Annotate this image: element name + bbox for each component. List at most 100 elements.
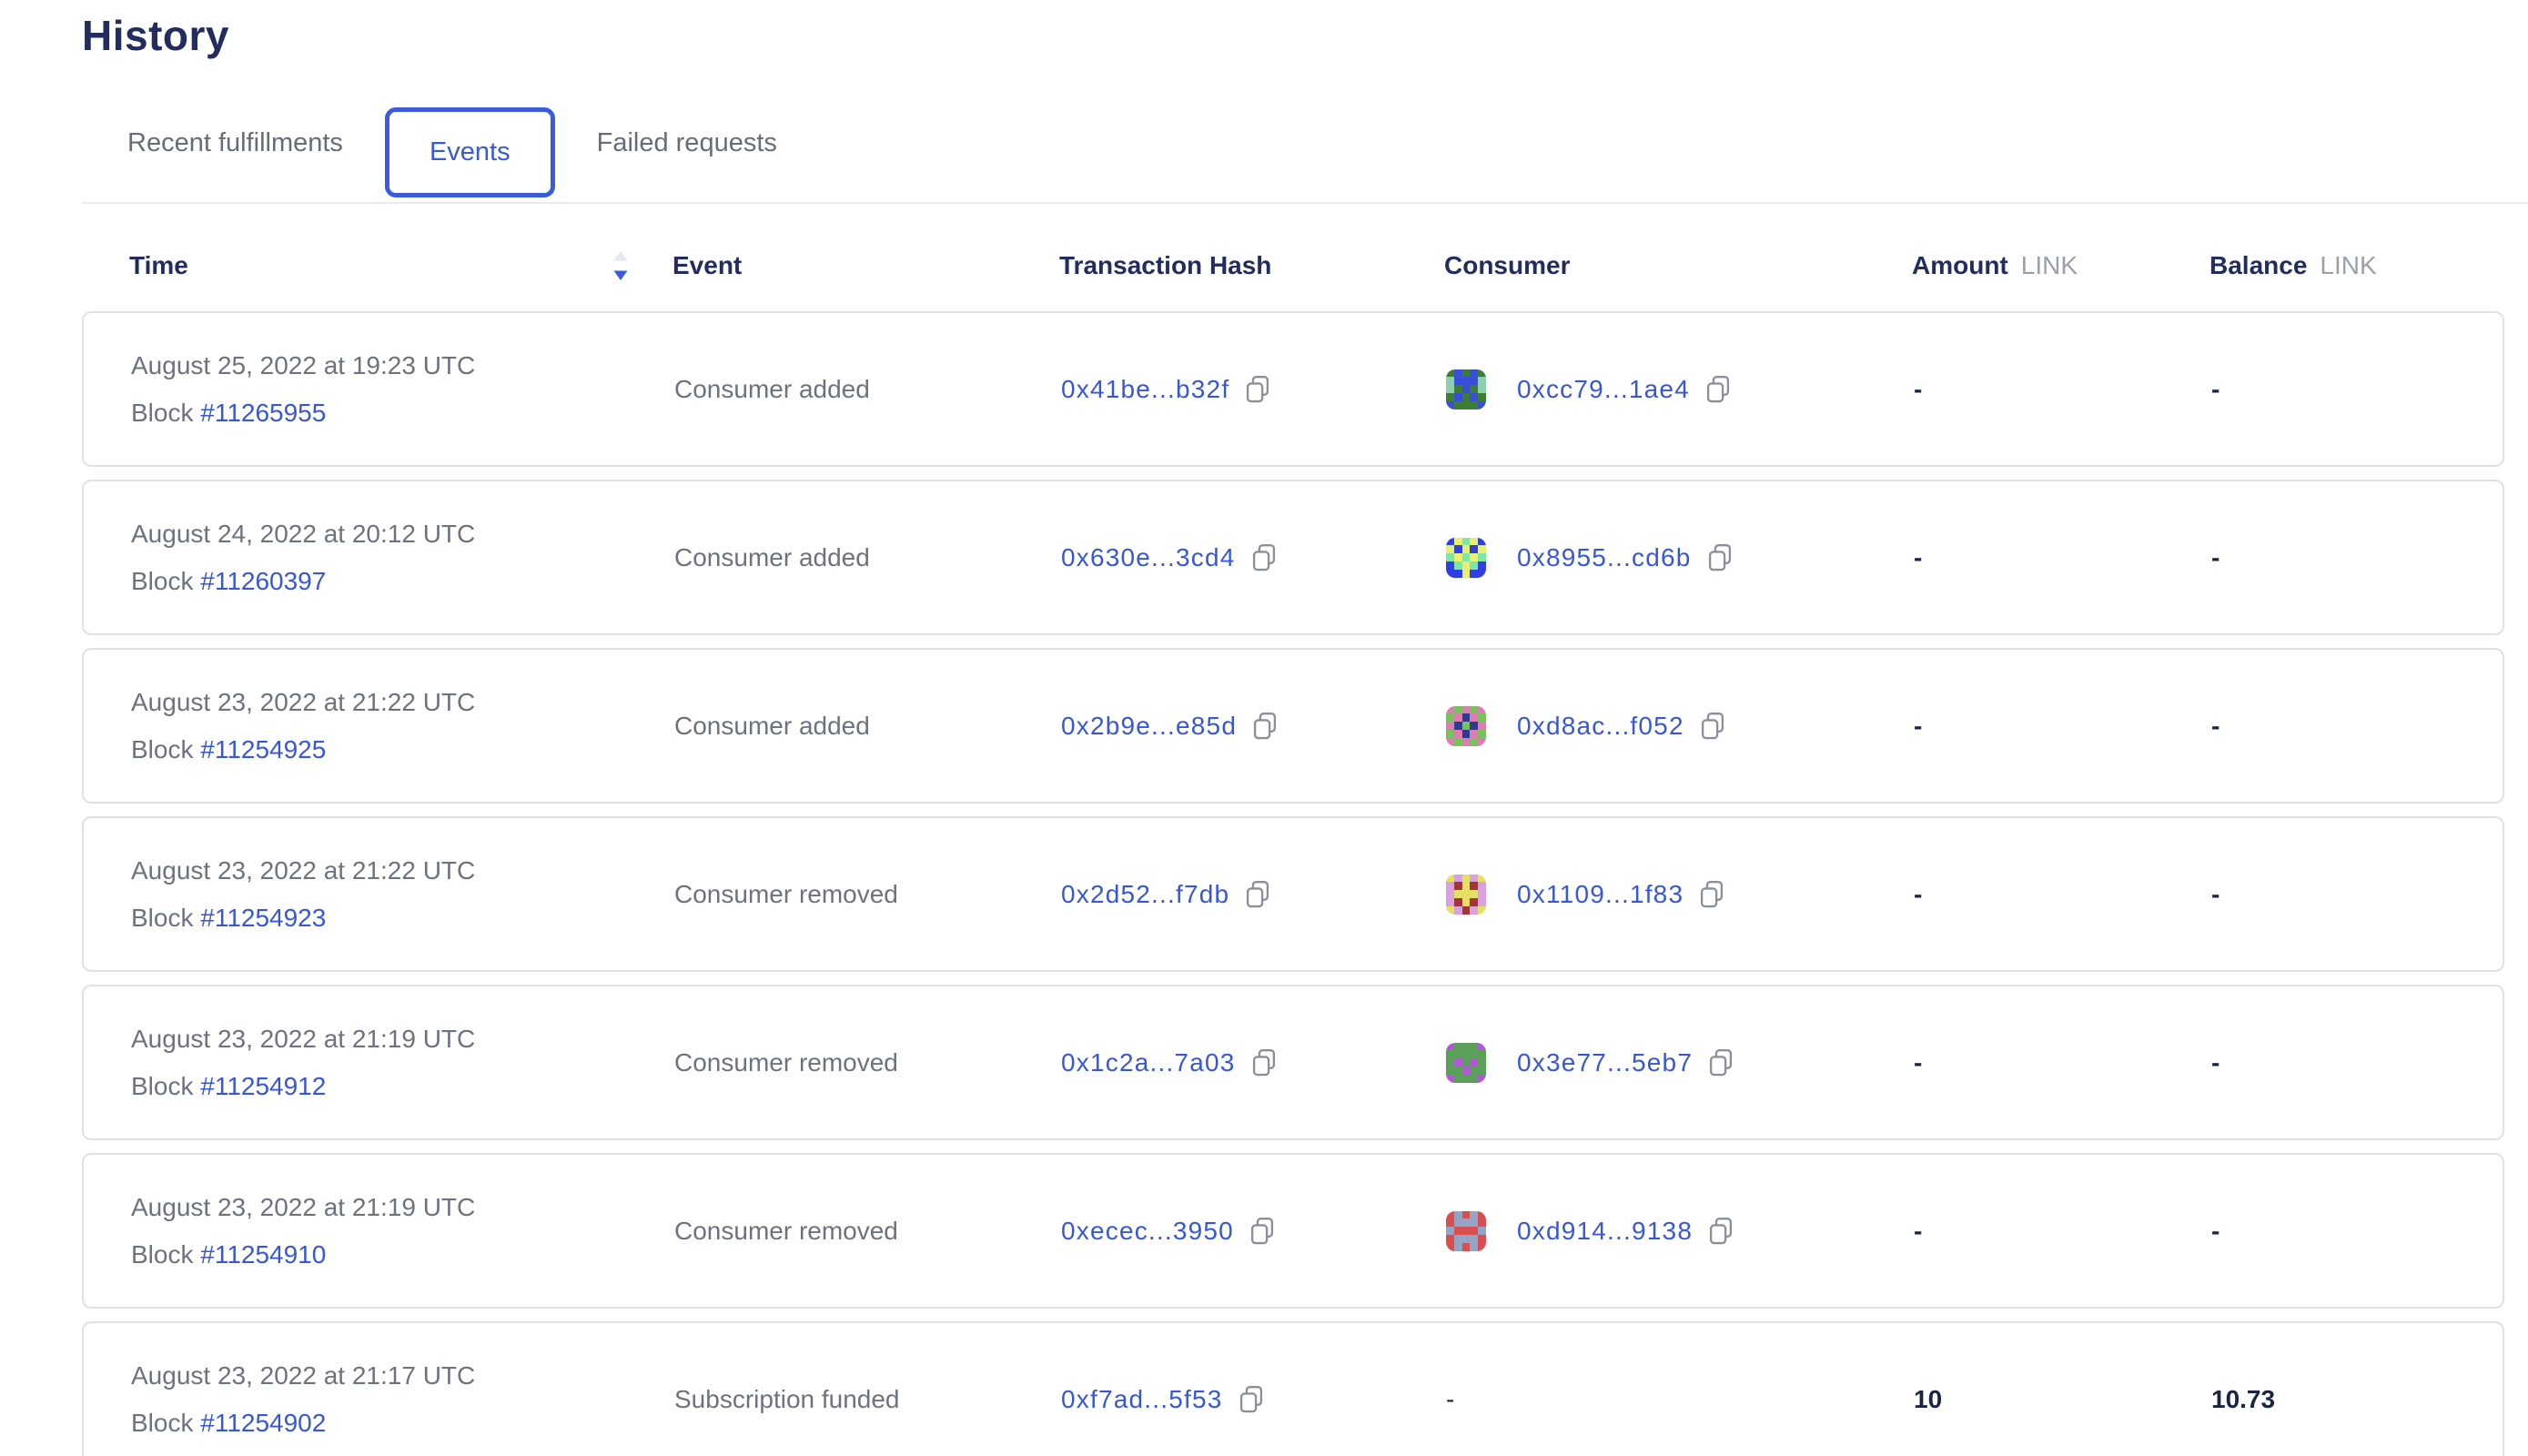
event-timestamp: August 23, 2022 at 21:19 UTC bbox=[131, 1025, 674, 1054]
block-number-link[interactable]: #11254902 bbox=[200, 1409, 326, 1437]
copy-icon bbox=[1698, 880, 1725, 909]
block-label: Block bbox=[131, 1072, 193, 1100]
consumer-avatar bbox=[1446, 1211, 1486, 1251]
amount-cell: - bbox=[1914, 1048, 2211, 1077]
amount-cell: 10 bbox=[1914, 1385, 2211, 1414]
copy-transaction-hash-button[interactable] bbox=[1250, 1048, 1278, 1077]
table-header: Time Event Transaction Hash Consumer Amo… bbox=[82, 246, 2504, 286]
copy-consumer-address-button[interactable] bbox=[1698, 880, 1725, 909]
copy-transaction-hash-button[interactable] bbox=[1244, 375, 1271, 404]
transaction-hash-cell: 0x1c2a...7a03 bbox=[1061, 1048, 1446, 1077]
column-header-time[interactable]: Time bbox=[129, 247, 672, 285]
history-page: History Recent fulfillments Events Faile… bbox=[0, 11, 2528, 1456]
time-cell: August 25, 2022 at 19:23 UTC Block #1126… bbox=[131, 351, 674, 428]
transaction-hash-link[interactable]: 0x2b9e...e85d bbox=[1061, 712, 1237, 741]
transaction-hash-cell: 0x2b9e...e85d bbox=[1061, 712, 1446, 741]
block-label: Block bbox=[131, 399, 193, 427]
consumer-address-link[interactable]: 0x3e77...5eb7 bbox=[1517, 1048, 1693, 1077]
consumer-address-link: - bbox=[1446, 1385, 1454, 1414]
block-number-link[interactable]: #11260397 bbox=[200, 567, 326, 595]
time-cell: August 23, 2022 at 21:19 UTC Block #1125… bbox=[131, 1193, 674, 1269]
sort-desc-icon[interactable] bbox=[611, 247, 631, 285]
block-label: Block bbox=[131, 1240, 193, 1269]
block-line: Block #11260397 bbox=[131, 567, 674, 596]
time-cell: August 24, 2022 at 20:12 UTC Block #1126… bbox=[131, 520, 674, 596]
table-row: August 23, 2022 at 21:19 UTC Block #1125… bbox=[82, 1153, 2504, 1309]
copy-icon bbox=[1250, 543, 1278, 572]
column-header-consumer[interactable]: Consumer bbox=[1444, 251, 1912, 280]
column-header-amount[interactable]: Amount LINK bbox=[1912, 251, 2209, 280]
copy-icon bbox=[1707, 1217, 1734, 1246]
copy-consumer-address-button[interactable] bbox=[1706, 543, 1734, 572]
block-number-link[interactable]: #11254910 bbox=[200, 1240, 326, 1269]
consumer-cell: - bbox=[1446, 1385, 1914, 1414]
consumer-cell: 0xd914...9138 bbox=[1446, 1211, 1914, 1251]
table-row: August 25, 2022 at 19:23 UTC Block #1126… bbox=[82, 311, 2504, 467]
transaction-hash-cell: 0xecec...3950 bbox=[1061, 1217, 1446, 1246]
copy-consumer-address-button[interactable] bbox=[1704, 375, 1732, 404]
time-cell: August 23, 2022 at 21:22 UTC Block #1125… bbox=[131, 688, 674, 764]
balance-cell: - bbox=[2211, 1048, 2501, 1077]
amount-cell: - bbox=[1914, 1217, 2211, 1246]
block-line: Block #11254902 bbox=[131, 1409, 674, 1438]
copy-consumer-address-button[interactable] bbox=[1707, 1217, 1734, 1246]
copy-transaction-hash-button[interactable] bbox=[1251, 712, 1279, 741]
copy-transaction-hash-button[interactable] bbox=[1244, 880, 1271, 909]
sort-arrows-icon bbox=[611, 247, 631, 285]
tab-recent-fulfillments[interactable]: Recent fulfillments bbox=[106, 103, 365, 184]
table-row: August 23, 2022 at 21:22 UTC Block #1125… bbox=[82, 648, 2504, 804]
tab-events[interactable]: Events bbox=[385, 107, 555, 197]
consumer-address-link[interactable]: 0x8955...cd6b bbox=[1517, 543, 1692, 572]
copy-icon bbox=[1244, 880, 1271, 909]
column-header-transaction-hash[interactable]: Transaction Hash bbox=[1059, 251, 1444, 280]
event-cell: Subscription funded bbox=[674, 1385, 1061, 1414]
consumer-avatar bbox=[1446, 369, 1486, 410]
event-cell: Consumer added bbox=[674, 543, 1061, 572]
table-body: August 25, 2022 at 19:23 UTC Block #1126… bbox=[82, 311, 2504, 1456]
tab-failed-requests[interactable]: Failed requests bbox=[575, 103, 799, 184]
block-label: Block bbox=[131, 567, 193, 595]
block-line: Block #11265955 bbox=[131, 399, 674, 428]
transaction-hash-link[interactable]: 0x630e...3cd4 bbox=[1061, 543, 1236, 572]
transaction-hash-link[interactable]: 0xf7ad...5f53 bbox=[1061, 1385, 1223, 1414]
transaction-hash-link[interactable]: 0x2d52...f7db bbox=[1061, 880, 1229, 909]
copy-icon bbox=[1704, 375, 1732, 404]
block-label: Block bbox=[131, 904, 193, 932]
page-title: History bbox=[82, 11, 2504, 60]
consumer-address-link[interactable]: 0xd8ac...f052 bbox=[1517, 712, 1684, 741]
consumer-address-link[interactable]: 0x1109...1f83 bbox=[1517, 880, 1684, 909]
event-timestamp: August 23, 2022 at 21:17 UTC bbox=[131, 1361, 674, 1390]
copy-transaction-hash-button[interactable] bbox=[1250, 543, 1278, 572]
amount-cell: - bbox=[1914, 712, 2211, 741]
tab-bar: Recent fulfillments Events Failed reques… bbox=[82, 84, 2528, 204]
balance-unit-label: LINK bbox=[2320, 251, 2376, 280]
copy-consumer-address-button[interactable] bbox=[1707, 1048, 1734, 1077]
transaction-hash-link[interactable]: 0x41be...b32f bbox=[1061, 375, 1229, 404]
event-timestamp: August 25, 2022 at 19:23 UTC bbox=[131, 351, 674, 380]
copy-icon bbox=[1249, 1217, 1276, 1246]
transaction-hash-link[interactable]: 0xecec...3950 bbox=[1061, 1217, 1234, 1246]
block-number-link[interactable]: #11254912 bbox=[200, 1072, 326, 1100]
block-number-link[interactable]: #11254923 bbox=[200, 904, 326, 932]
column-header-event[interactable]: Event bbox=[672, 251, 1059, 280]
consumer-avatar bbox=[1446, 706, 1486, 746]
block-label: Block bbox=[131, 1409, 193, 1437]
transaction-hash-cell: 0x2d52...f7db bbox=[1061, 880, 1446, 909]
consumer-address-link[interactable]: 0xcc79...1ae4 bbox=[1517, 375, 1690, 404]
column-header-balance[interactable]: Balance LINK bbox=[2209, 251, 2503, 280]
copy-icon bbox=[1707, 1048, 1734, 1077]
copy-icon bbox=[1699, 712, 1726, 741]
consumer-address-link[interactable]: 0xd914...9138 bbox=[1517, 1217, 1693, 1246]
block-number-link[interactable]: #11265955 bbox=[200, 399, 326, 427]
transaction-hash-link[interactable]: 0x1c2a...7a03 bbox=[1061, 1048, 1236, 1077]
copy-consumer-address-button[interactable] bbox=[1699, 712, 1726, 741]
block-line: Block #11254923 bbox=[131, 904, 674, 933]
copy-transaction-hash-button[interactable] bbox=[1249, 1217, 1276, 1246]
amount-cell: - bbox=[1914, 880, 2211, 909]
consumer-cell: 0x8955...cd6b bbox=[1446, 538, 1914, 578]
consumer-cell: 0x1109...1f83 bbox=[1446, 875, 1914, 915]
consumer-avatar bbox=[1446, 875, 1486, 915]
copy-transaction-hash-button[interactable] bbox=[1238, 1385, 1265, 1414]
event-timestamp: August 23, 2022 at 21:19 UTC bbox=[131, 1193, 674, 1222]
block-number-link[interactable]: #11254925 bbox=[200, 735, 326, 763]
